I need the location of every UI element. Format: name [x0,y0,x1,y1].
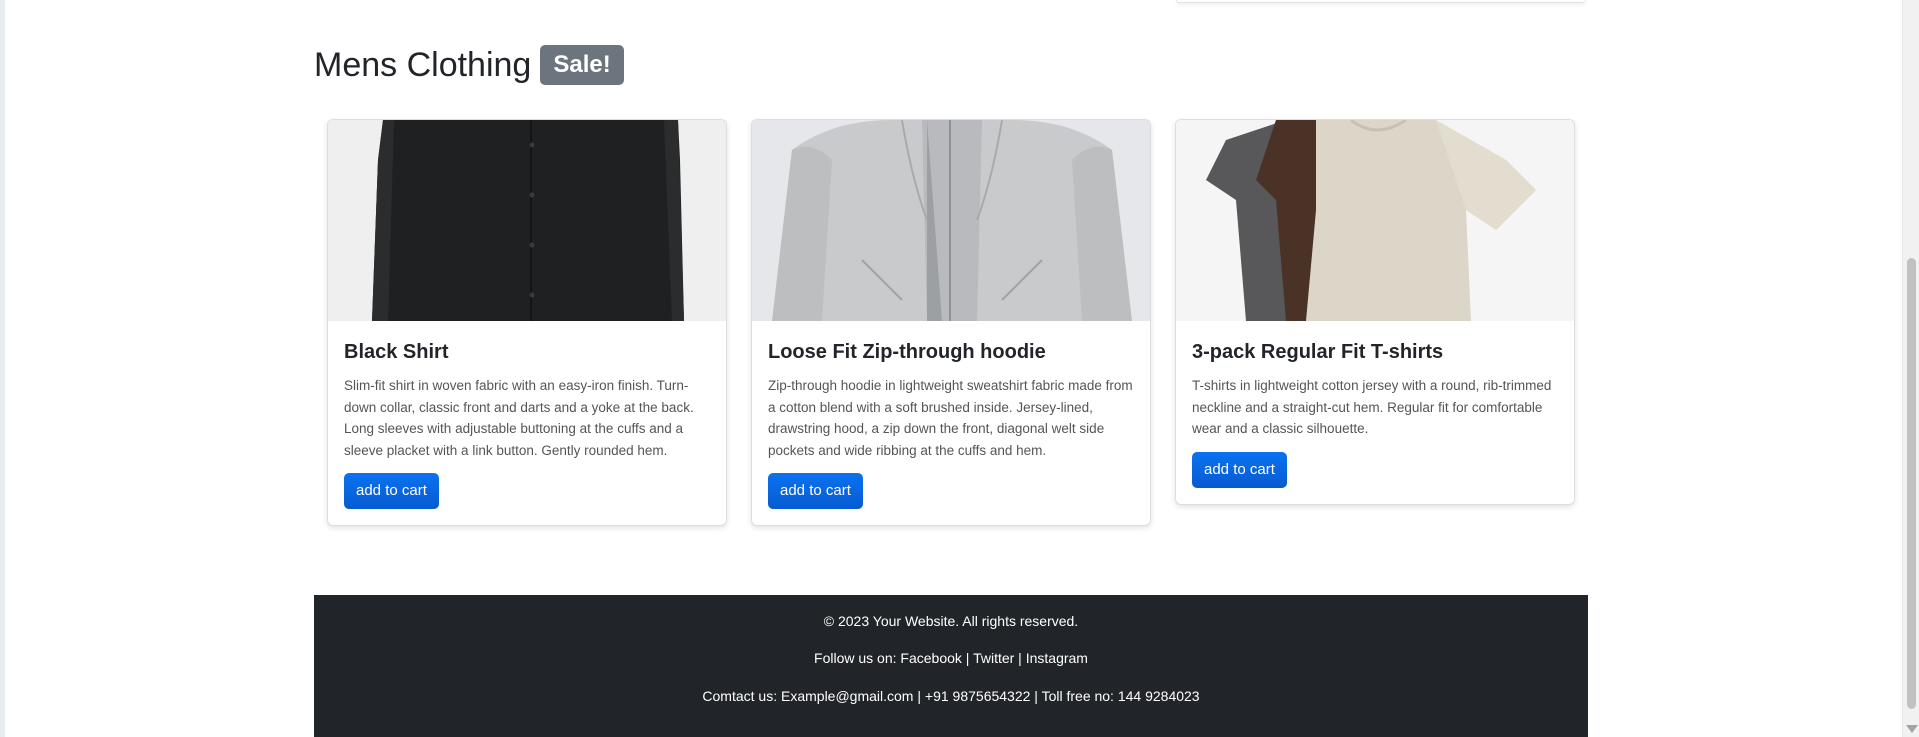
product-card-hoodie: Loose Fit Zip-through hoodie Zip-through… [751,119,1151,526]
separator: | [913,688,925,704]
product-card-tshirts: 3-pack Regular Fit T-shirts T-shirts in … [1175,119,1575,505]
facebook-link[interactable]: Facebook [900,650,961,666]
tshirts-image[interactable] [1176,120,1574,321]
product-title: Black Shirt [344,341,449,363]
add-to-cart-button[interactable]: add to cart [344,473,439,509]
add-to-cart-button[interactable]: add to cart [768,473,863,509]
product-title: 3-pack Regular Fit T-shirts [1192,341,1444,363]
footer-social: Follow us on: Facebook | Twitter | Insta… [314,650,1588,666]
footer-email: Example@gmail.com [781,688,914,704]
section-title: Mens Clothing [314,46,532,84]
product-description: Slim-fit shirt in woven fabric with an e… [344,378,694,458]
product-description: Zip-through hoodie in lightweight sweats… [768,378,1133,458]
section-heading: Mens Clothing Sale! [314,44,624,86]
separator: | [1030,688,1042,704]
scroll-down-arrow-icon[interactable] [1906,725,1918,733]
footer-contact: Comtact us: Example@gmail.com | +91 9875… [314,688,1588,704]
product-title: Loose Fit Zip-through hoodie [768,341,1046,363]
footer-contact-label: Comtact us: [702,688,781,704]
footer-follow-label: Follow us on: [814,650,901,666]
footer-phone: +91 9875654322 [924,688,1031,704]
previous-card-edge [1176,0,1586,3]
product-description: T-shirts in lightweight cotton jersey wi… [1192,378,1552,436]
scrollbar-thumb[interactable] [1907,258,1916,709]
instagram-link[interactable]: Instagram [1026,650,1088,666]
grey-hoodie-image[interactable] [752,120,1150,321]
separator: | [1014,650,1026,666]
add-to-cart-button[interactable]: add to cart [1192,451,1287,488]
site-footer: © 2023 Your Website. All rights reserved… [314,595,1588,737]
sale-badge: Sale! [540,45,624,85]
product-card-black-shirt: Black Shirt Slim-fit shirt in woven fabr… [327,119,727,526]
twitter-link[interactable]: Twitter [973,650,1014,666]
footer-tollfree: Toll free no: 144 9284023 [1041,688,1200,704]
footer-copyright: © 2023 Your Website. All rights reserved… [823,613,1079,629]
page-left-border [0,0,5,737]
separator: | [961,650,974,666]
black-shirt-image[interactable] [328,120,726,321]
vertical-scrollbar[interactable] [1902,0,1919,737]
